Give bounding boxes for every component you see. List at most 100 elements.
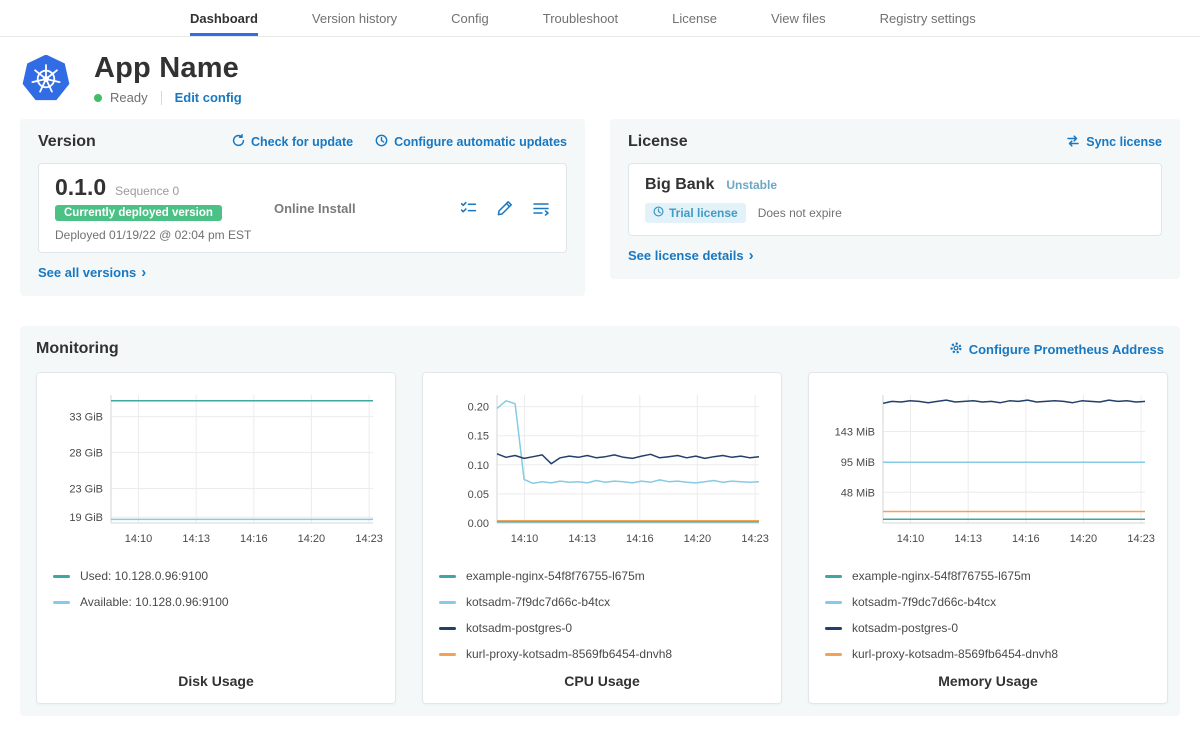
svg-text:14:10: 14:10 — [125, 533, 153, 545]
legend-label: kurl-proxy-kotsadm-8569fb6454-dnvh8 — [852, 647, 1058, 661]
tab-view-files[interactable]: View files — [771, 0, 826, 36]
svg-text:14:16: 14:16 — [626, 533, 654, 545]
svg-text:14:20: 14:20 — [298, 533, 326, 545]
deployed-badge: Currently deployed version — [55, 205, 222, 221]
tab-dashboard[interactable]: Dashboard — [190, 0, 258, 36]
legend-item: kurl-proxy-kotsadm-8569fb6454-dnvh8 — [825, 647, 1151, 661]
legend-item: kotsadm-postgres-0 — [825, 621, 1151, 635]
svg-text:33 GiB: 33 GiB — [69, 412, 103, 424]
configure-automatic-updates-link[interactable]: Configure automatic updates — [375, 134, 567, 150]
memory-usage-chart: 48 MiB95 MiB143 MiB14:1014:1314:1614:201… — [825, 387, 1151, 549]
legend-label: example-nginx-54f8f76755-l675m — [466, 569, 645, 583]
tab-version-history[interactable]: Version history — [312, 0, 397, 36]
svg-text:0.00: 0.00 — [468, 518, 489, 530]
legend-item: example-nginx-54f8f76755-l675m — [439, 569, 765, 583]
legend-label: example-nginx-54f8f76755-l675m — [852, 569, 1031, 583]
disk-usage-legend: Used: 10.128.0.96:9100 Available: 10.128.… — [53, 569, 379, 609]
chart-title: CPU Usage — [439, 663, 765, 689]
svg-text:0.20: 0.20 — [468, 402, 489, 414]
sync-license-label: Sync license — [1086, 135, 1162, 149]
gear-icon — [949, 341, 963, 358]
chevron-right-icon: › — [749, 248, 754, 263]
charts-row: 19 GiB 23 GiB 28 GiB 33 GiB 14:10 14:13 14:16 1… — [36, 372, 1164, 704]
kubernetes-logo-icon — [22, 55, 70, 103]
app-header: App Name Ready Edit config — [0, 37, 1200, 119]
version-info: 0.1.0 Sequence 0 Currently deployed vers… — [55, 174, 260, 242]
svg-text:14:13: 14:13 — [182, 533, 210, 545]
refresh-icon — [232, 134, 245, 150]
legend-label: Available: 10.128.0.96:9100 — [80, 595, 229, 609]
edit-config-icon[interactable] — [497, 200, 513, 216]
license-customer-name: Big Bank — [645, 176, 714, 194]
legend-label: kotsadm-postgres-0 — [852, 621, 958, 635]
monitoring-section: Monitoring Configure Prometheus Address … — [20, 326, 1180, 716]
sync-license-link[interactable]: Sync license — [1066, 135, 1162, 150]
check-for-update-label: Check for update — [251, 135, 353, 149]
svg-text:95 MiB: 95 MiB — [841, 457, 875, 469]
svg-text:14:16: 14:16 — [1012, 533, 1040, 545]
legend-dash-icon — [53, 575, 70, 578]
svg-text:48 MiB: 48 MiB — [841, 487, 875, 499]
legend-label: kotsadm-7f9dc7d66c-b4tcx — [466, 595, 610, 609]
app-title: App Name — [94, 52, 242, 85]
legend-dash-icon — [825, 653, 842, 656]
top-nav: Dashboard Version history Config Trouble… — [0, 0, 1200, 37]
tab-troubleshoot[interactable]: Troubleshoot — [543, 0, 618, 36]
trial-license-label: Trial license — [669, 206, 738, 220]
chevron-right-icon: › — [141, 265, 146, 280]
svg-text:14:23: 14:23 — [355, 533, 383, 545]
legend-item: kotsadm-7f9dc7d66c-b4tcx — [439, 595, 765, 609]
legend-label: kotsadm-7f9dc7d66c-b4tcx — [852, 595, 996, 609]
license-expiry: Does not expire — [758, 206, 842, 220]
legend-dash-icon — [439, 627, 456, 630]
svg-text:19 GiB: 19 GiB — [69, 512, 103, 524]
legend-item: kotsadm-7f9dc7d66c-b4tcx — [825, 595, 1151, 609]
preflight-checks-icon[interactable] — [460, 200, 477, 217]
svg-text:14:16: 14:16 — [240, 533, 268, 545]
legend-label: kurl-proxy-kotsadm-8569fb6454-dnvh8 — [466, 647, 672, 661]
see-license-details-link[interactable]: See license details › — [628, 248, 754, 263]
tab-registry-settings[interactable]: Registry settings — [880, 0, 976, 36]
version-actions — [460, 200, 550, 217]
svg-text:14:23: 14:23 — [741, 533, 769, 545]
svg-text:0.05: 0.05 — [468, 489, 489, 501]
legend-dash-icon — [825, 627, 842, 630]
configure-prometheus-link[interactable]: Configure Prometheus Address — [949, 341, 1164, 358]
svg-text:14:10: 14:10 — [511, 533, 539, 545]
license-title: License — [628, 133, 688, 151]
tab-license[interactable]: License — [672, 0, 717, 36]
svg-text:28 GiB: 28 GiB — [69, 448, 103, 460]
see-all-versions-link[interactable]: See all versions › — [38, 265, 146, 280]
tab-config[interactable]: Config — [451, 0, 489, 36]
clock-icon — [375, 134, 388, 150]
version-sequence: Sequence 0 — [115, 184, 179, 198]
svg-text:14:13: 14:13 — [568, 533, 596, 545]
clock-icon — [653, 206, 664, 220]
version-title: Version — [38, 133, 96, 151]
legend-dash-icon — [825, 575, 842, 578]
legend-item: kurl-proxy-kotsadm-8569fb6454-dnvh8 — [439, 647, 765, 661]
memory-usage-legend: example-nginx-54f8f76755-l675m kotsadm-7f… — [825, 569, 1151, 661]
see-all-versions-label: See all versions — [38, 265, 136, 280]
legend-item: Used: 10.128.0.96:9100 — [53, 569, 379, 583]
edit-config-link[interactable]: Edit config — [175, 90, 242, 105]
see-license-details-label: See license details — [628, 248, 744, 263]
svg-text:14:13: 14:13 — [954, 533, 982, 545]
configure-prometheus-label: Configure Prometheus Address — [969, 342, 1164, 357]
legend-dash-icon — [439, 575, 456, 578]
deploy-logs-icon[interactable] — [533, 201, 550, 216]
configure-automatic-updates-label: Configure automatic updates — [394, 135, 567, 149]
legend-item: example-nginx-54f8f76755-l675m — [825, 569, 1151, 583]
legend-dash-icon — [53, 601, 70, 604]
legend-label: Used: 10.128.0.96:9100 — [80, 569, 208, 583]
license-channel: Unstable — [726, 178, 777, 192]
check-for-update-link[interactable]: Check for update — [232, 134, 353, 150]
legend-dash-icon — [439, 601, 456, 604]
cpu-usage-chart: 0.000.050.100.150.2014:1014:1314:1614:20… — [439, 387, 765, 549]
license-info-card: Big Bank Unstable Trial license Does not… — [628, 163, 1162, 236]
svg-text:0.10: 0.10 — [468, 460, 489, 472]
svg-text:23 GiB: 23 GiB — [69, 484, 103, 496]
install-type: Online Install — [260, 201, 460, 216]
svg-text:14:20: 14:20 — [684, 533, 712, 545]
legend-item: Available: 10.128.0.96:9100 — [53, 595, 379, 609]
